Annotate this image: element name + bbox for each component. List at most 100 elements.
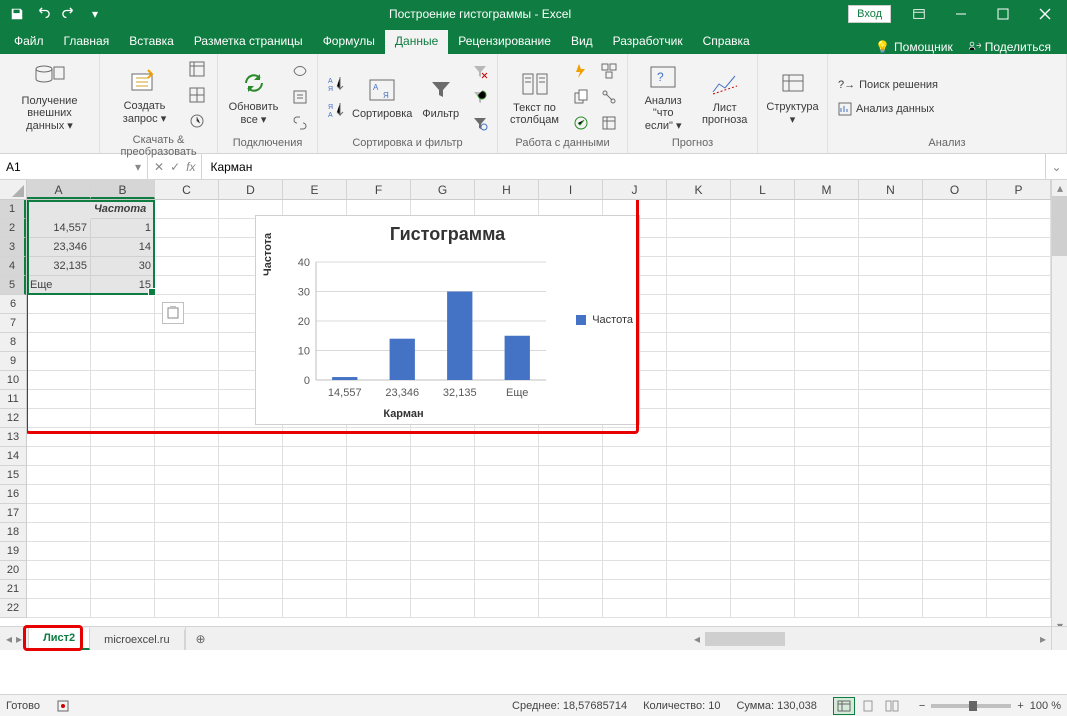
title-bar: ▾ Построение гистограммы - Excel Вход bbox=[0, 0, 1067, 28]
tab-developer[interactable]: Разработчик bbox=[603, 30, 693, 54]
relationships-icon[interactable] bbox=[598, 86, 620, 108]
edit-links-icon[interactable] bbox=[289, 112, 311, 134]
sheet-nav[interactable]: ◂ ▸ bbox=[0, 627, 29, 650]
data-analysis-button[interactable]: Анализ данных bbox=[834, 99, 942, 119]
group-label: Сортировка и фильтр bbox=[324, 135, 491, 149]
svg-text:10: 10 bbox=[298, 346, 310, 358]
what-if-button[interactable]: ? Анализ "что если" ▾ bbox=[634, 61, 692, 132]
group-label: Подключения bbox=[224, 135, 311, 149]
chevron-down-icon[interactable]: ▾ bbox=[135, 160, 141, 174]
scroll-right-icon[interactable]: ▸ bbox=[1035, 631, 1051, 647]
svg-text:30: 30 bbox=[298, 287, 310, 299]
tab-data[interactable]: Данные bbox=[385, 30, 448, 54]
advanced-filter-icon[interactable] bbox=[469, 112, 491, 134]
data-model-icon[interactable] bbox=[598, 112, 620, 134]
refresh-all-button[interactable]: Обновить все ▾ bbox=[224, 67, 283, 126]
text-to-columns-button[interactable]: Текст по столбцам bbox=[506, 68, 564, 126]
properties-icon[interactable] bbox=[289, 86, 311, 108]
svg-text:20: 20 bbox=[298, 316, 310, 328]
svg-text:Еще: Еще bbox=[506, 387, 528, 399]
tell-me-button[interactable]: 💡 Помощник bbox=[869, 40, 959, 54]
fx-icon[interactable]: fx bbox=[186, 160, 195, 174]
name-box[interactable]: A1▾ bbox=[0, 154, 148, 179]
clear-filter-icon[interactable] bbox=[469, 60, 491, 82]
tab-view[interactable]: Вид bbox=[561, 30, 603, 54]
outline-button[interactable]: Структура ▾ bbox=[764, 67, 821, 126]
close-icon[interactable] bbox=[1025, 0, 1065, 28]
tab-insert[interactable]: Вставка bbox=[119, 30, 184, 54]
lightbulb-icon: 💡 bbox=[875, 40, 890, 54]
select-all-button[interactable] bbox=[0, 180, 27, 200]
undo-icon[interactable] bbox=[32, 3, 54, 25]
tab-formulas[interactable]: Формулы bbox=[313, 30, 385, 54]
tab-review[interactable]: Рецензирование bbox=[448, 30, 561, 54]
horizontal-scrollbar[interactable]: ◂ ▸ bbox=[216, 627, 1051, 650]
zoom-out-icon[interactable]: − bbox=[919, 700, 925, 712]
qat-customize-icon[interactable]: ▾ bbox=[84, 3, 106, 25]
scroll-thumb[interactable] bbox=[1052, 196, 1067, 256]
scroll-up-icon[interactable]: ▴ bbox=[1052, 180, 1067, 196]
new-query-button[interactable]: Создать запрос ▾ bbox=[110, 66, 180, 125]
page-layout-view-icon[interactable] bbox=[857, 697, 879, 715]
reapply-filter-icon[interactable] bbox=[469, 86, 491, 108]
group-label: Анализ bbox=[834, 135, 1060, 149]
tab-page-layout[interactable]: Разметка страницы bbox=[184, 30, 313, 54]
sort-button[interactable]: АЯ Сортировка bbox=[352, 74, 412, 120]
forecast-sheet-button[interactable]: Лист прогноза bbox=[698, 68, 751, 126]
page-break-view-icon[interactable] bbox=[881, 697, 903, 715]
svg-text:Я: Я bbox=[383, 91, 389, 100]
filter-icon bbox=[423, 74, 459, 106]
tab-file[interactable]: Файл bbox=[4, 30, 54, 54]
enter-formula-icon[interactable]: ✓ bbox=[170, 160, 180, 174]
cells[interactable]: КарманЧастота14,557123,3461432,13530Еще1… bbox=[27, 200, 1051, 634]
filter-button[interactable]: Фильтр bbox=[418, 74, 463, 120]
sheet-tabs: Лист2 microexcel.ru bbox=[29, 627, 186, 650]
histogram-chart[interactable]: Гистограмма Частота 01020304014,55723,34… bbox=[255, 215, 640, 425]
cancel-formula-icon[interactable]: ✕ bbox=[154, 160, 164, 174]
legend-swatch bbox=[576, 315, 586, 325]
remove-dupes-icon[interactable] bbox=[570, 86, 592, 108]
zoom-level[interactable]: 100 % bbox=[1030, 700, 1061, 712]
sheet-next-icon[interactable]: ▸ bbox=[16, 632, 22, 646]
sheet-prev-icon[interactable]: ◂ bbox=[6, 632, 12, 646]
macro-record-icon[interactable] bbox=[56, 699, 70, 713]
recent-sources-icon[interactable] bbox=[186, 110, 208, 132]
normal-view-icon[interactable] bbox=[833, 697, 855, 715]
minimize-icon[interactable] bbox=[941, 0, 981, 28]
add-sheet-button[interactable]: ⊕ bbox=[186, 627, 216, 650]
expand-formula-icon[interactable]: ⌄ bbox=[1045, 154, 1067, 179]
maximize-icon[interactable] bbox=[983, 0, 1023, 28]
sort-az-icon[interactable]: АЯ bbox=[324, 73, 346, 95]
zoom-in-icon[interactable]: + bbox=[1017, 700, 1023, 712]
status-bar: Готово Среднее: 18,57685714 Количество: … bbox=[0, 694, 1067, 716]
from-table-icon[interactable] bbox=[186, 84, 208, 106]
scroll-left-icon[interactable]: ◂ bbox=[689, 631, 705, 647]
vertical-scrollbar[interactable]: ▴ ▾ bbox=[1051, 180, 1067, 634]
get-external-data-button[interactable]: Получение внешних данных ▾ bbox=[15, 61, 85, 132]
solver-button[interactable]: ?→ Поиск решения bbox=[834, 75, 942, 95]
tab-home[interactable]: Главная bbox=[54, 30, 120, 54]
show-queries-icon[interactable] bbox=[186, 58, 208, 80]
sheet-tab-active[interactable]: Лист2 bbox=[29, 628, 90, 650]
zoom-control[interactable]: − + 100 % bbox=[919, 700, 1061, 712]
tab-help[interactable]: Справка bbox=[693, 30, 760, 54]
consolidate-icon[interactable] bbox=[598, 60, 620, 82]
sort-za-icon[interactable]: ЯА bbox=[324, 99, 346, 121]
column-headers[interactable]: ABCDEFGHIJKLMNOP bbox=[27, 180, 1051, 200]
connections-icon[interactable] bbox=[289, 60, 311, 82]
svg-text:Я: Я bbox=[328, 104, 333, 111]
signin-button[interactable]: Вход bbox=[848, 5, 891, 23]
redo-icon[interactable] bbox=[58, 3, 80, 25]
formula-input[interactable]: Карман bbox=[202, 154, 1045, 179]
row-headers[interactable]: 12345678910111213141516171819202122 bbox=[0, 200, 27, 618]
share-button[interactable]: Поделиться bbox=[963, 40, 1057, 54]
svg-text:А: А bbox=[328, 112, 333, 119]
scroll-thumb-h[interactable] bbox=[705, 632, 785, 646]
share-icon bbox=[969, 41, 981, 53]
sheet-tab[interactable]: microexcel.ru bbox=[90, 630, 184, 650]
data-validation-icon[interactable] bbox=[570, 112, 592, 134]
ribbon-options-icon[interactable] bbox=[899, 0, 939, 28]
flash-fill-icon[interactable] bbox=[570, 60, 592, 82]
save-icon[interactable] bbox=[6, 3, 28, 25]
paste-options-icon[interactable] bbox=[162, 302, 184, 324]
